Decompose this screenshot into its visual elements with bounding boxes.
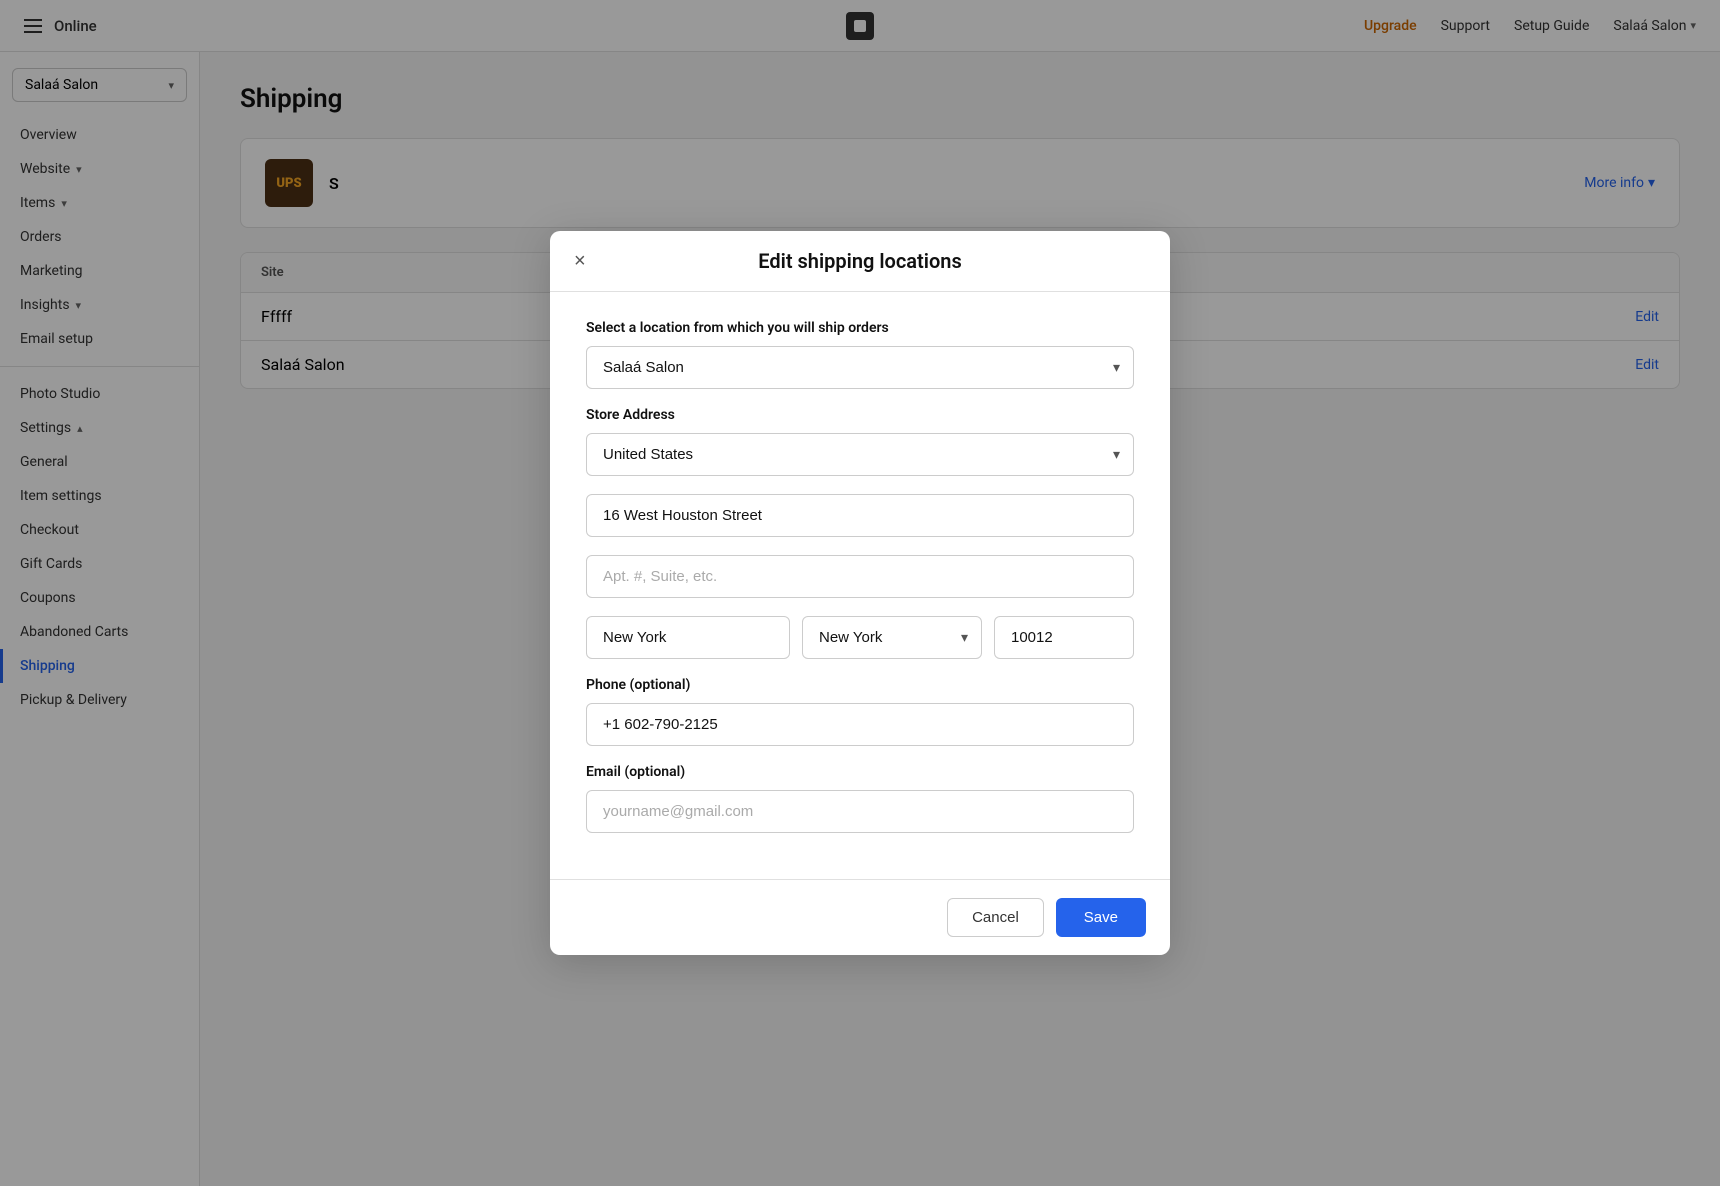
country-select[interactable]: United StatesCanadaUnited KingdomAustral… — [586, 433, 1134, 476]
phone-input[interactable] — [586, 703, 1134, 746]
city-group — [586, 616, 790, 659]
state-group: New YorkCaliforniaTexasFloridaIllinois ▾ — [802, 616, 982, 659]
modal-title: Edit shipping locations — [758, 249, 961, 273]
edit-shipping-modal: × Edit shipping locations Select a locat… — [550, 231, 1170, 955]
modal-overlay: × Edit shipping locations Select a locat… — [0, 0, 1720, 1186]
location-select-label: Select a location from which you will sh… — [586, 320, 1134, 336]
city-input[interactable] — [586, 616, 790, 659]
state-select[interactable]: New YorkCaliforniaTexasFloridaIllinois — [802, 616, 982, 659]
email-label: Email (optional) — [586, 764, 1134, 780]
location-select-group: Select a location from which you will sh… — [586, 320, 1134, 389]
cancel-button[interactable]: Cancel — [947, 898, 1044, 937]
save-button[interactable]: Save — [1056, 898, 1146, 937]
modal-footer: Cancel Save — [550, 879, 1170, 955]
modal-header: × Edit shipping locations — [550, 231, 1170, 292]
country-select-wrapper: United StatesCanadaUnited KingdomAustral… — [586, 433, 1134, 476]
apt-suite-input[interactable] — [586, 555, 1134, 598]
zip-input[interactable] — [994, 616, 1134, 659]
modal-body: Select a location from which you will sh… — [550, 292, 1170, 879]
email-input[interactable] — [586, 790, 1134, 833]
zip-group — [994, 616, 1134, 659]
location-select-wrapper: Salaá Salon ▾ — [586, 346, 1134, 389]
phone-group: Phone (optional) — [586, 677, 1134, 746]
email-group: Email (optional) — [586, 764, 1134, 833]
street-address-input[interactable] — [586, 494, 1134, 537]
city-state-zip-row: New YorkCaliforniaTexasFloridaIllinois ▾ — [586, 616, 1134, 677]
modal-close-button[interactable]: × — [574, 251, 586, 271]
street-address-group — [586, 494, 1134, 537]
apt-suite-group — [586, 555, 1134, 598]
state-select-wrapper: New YorkCaliforniaTexasFloridaIllinois ▾ — [802, 616, 982, 659]
phone-label: Phone (optional) — [586, 677, 1134, 693]
country-select-group: United StatesCanadaUnited KingdomAustral… — [586, 433, 1134, 476]
location-select[interactable]: Salaá Salon — [586, 346, 1134, 389]
store-address-label: Store Address — [586, 407, 1134, 423]
